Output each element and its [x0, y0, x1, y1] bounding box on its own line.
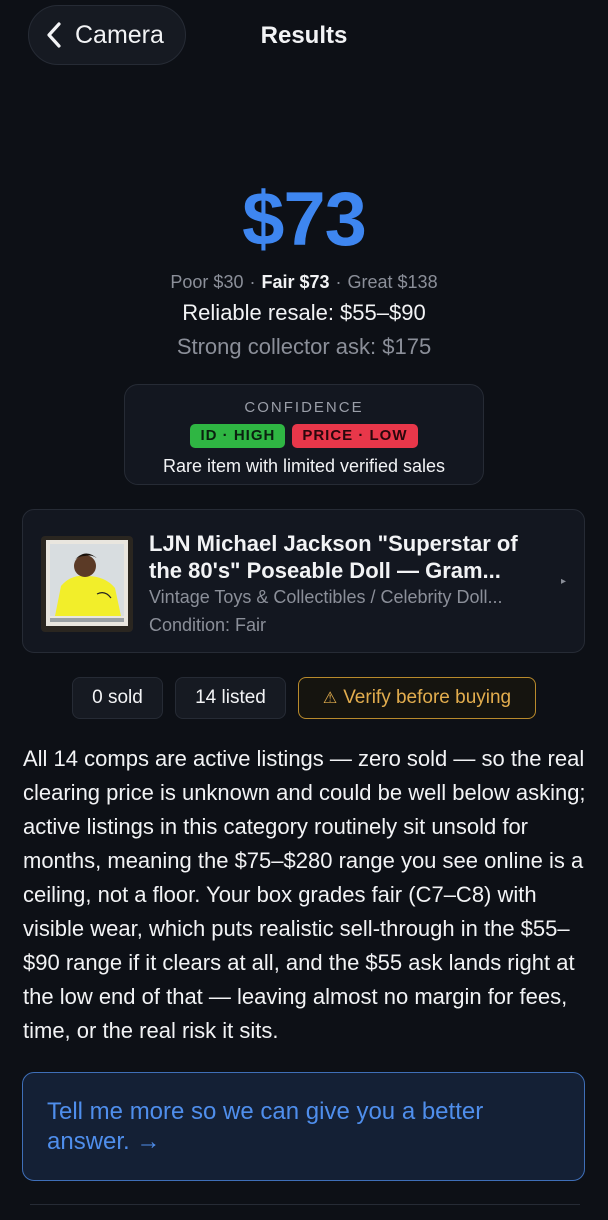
id-confidence-badge: ID · HIGH — [190, 424, 286, 448]
tell-me-more-button[interactable]: Tell me more so we can give you a better… — [22, 1072, 585, 1181]
divider — [30, 1204, 580, 1205]
listed-count-chip[interactable]: 14 listed — [175, 677, 286, 719]
tier-great: Great $138 — [347, 272, 438, 292]
confidence-title: CONFIDENCE — [244, 399, 364, 416]
listed-count-label: 14 listed — [195, 687, 266, 708]
confidence-badges: ID · HIGH PRICE · LOW — [125, 424, 483, 448]
confidence-panel: CONFIDENCE ID · HIGH PRICE · LOW Rare it… — [124, 384, 484, 485]
tell-me-more-label: Tell me more so we can give you a better… — [47, 1098, 484, 1155]
analysis-text: All 14 comps are active listings — zero … — [23, 746, 586, 1043]
item-card[interactable]: LJN Michael Jackson "Superstar of the 80… — [22, 509, 585, 653]
estimated-price: $73 — [242, 177, 367, 262]
tier-separator: · — [249, 272, 256, 292]
verify-warning-label: Verify before buying — [343, 687, 512, 708]
item-condition: Condition: Fair — [149, 615, 267, 635]
price-confidence-badge: PRICE · LOW — [292, 424, 418, 448]
item-title: LJN Michael Jackson "Superstar of the 80… — [149, 531, 518, 583]
top-bar: Camera Results — [0, 0, 608, 72]
verify-warning-chip[interactable]: ⚠ Verify before buying — [298, 677, 536, 719]
sold-count-label: 0 sold — [92, 687, 143, 708]
warning-triangle-icon: ⚠ — [322, 690, 338, 707]
tier-poor: Poor $30 — [170, 272, 244, 292]
item-thumbnail — [41, 536, 133, 632]
item-category: Vintage Toys & Collectibles / Celebrity … — [149, 587, 503, 607]
page-title: Results — [260, 22, 348, 49]
price-tiers: Poor $30 · Fair $73 · Great $138 — [0, 272, 608, 293]
chevron-right-icon: ▸ — [560, 576, 566, 587]
tier-fair: Fair $73 — [261, 272, 330, 292]
confidence-note: Rare item with limited verified sales — [162, 456, 446, 476]
collector-ask: Strong collector ask: $175 — [176, 334, 432, 359]
tier-separator: · — [335, 272, 342, 292]
reliable-resale: Reliable resale: $55–$90 — [182, 300, 426, 325]
sold-count-chip[interactable]: 0 sold — [72, 677, 163, 719]
